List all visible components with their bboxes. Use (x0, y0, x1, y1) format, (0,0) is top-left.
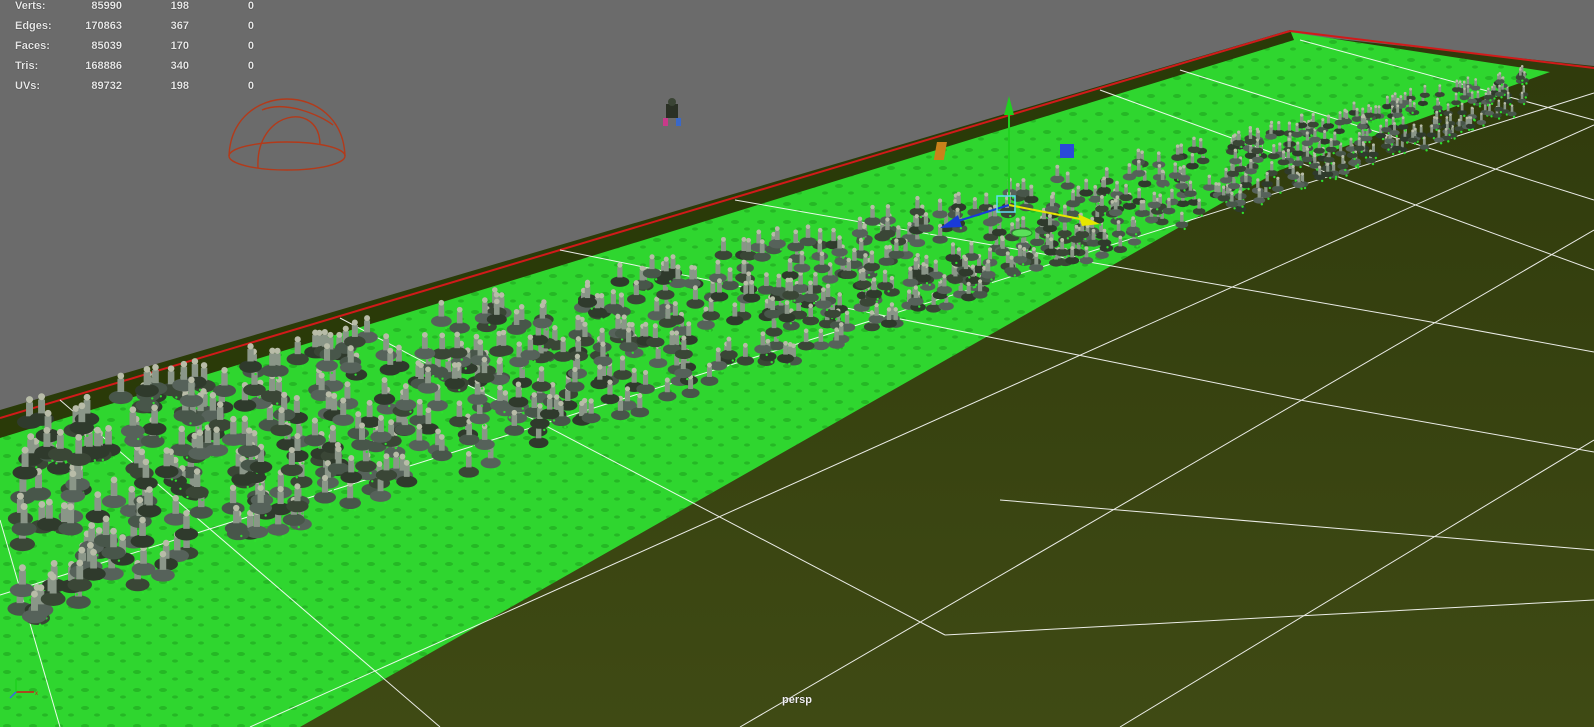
hud-v2: 170 (170, 40, 189, 52)
hud-row-faces: Faces: 85039 170 0 (0, 40, 270, 54)
hud-v1: 89732 (91, 80, 122, 92)
hud-v3: 0 (247, 60, 254, 72)
hud-v1: 170863 (85, 20, 122, 32)
scene-canvas[interactable] (0, 0, 1594, 727)
hud-v3: 0 (247, 20, 254, 32)
hud-row-uvs: UVs: 89732 198 0 (0, 80, 270, 94)
hud-v3: 0 (247, 40, 254, 52)
hud-row-verts: Verts: 85990 198 0 (0, 0, 270, 14)
hud-label: Tris: (15, 60, 39, 72)
hud-label: Faces: (15, 40, 50, 52)
hud-row-tris: Tris: 168886 340 0 (0, 60, 270, 74)
hud-v1: 85990 (91, 0, 122, 12)
hud-v2: 340 (170, 60, 189, 72)
hud-label: Edges: (15, 20, 52, 32)
hud-v2: 198 (170, 80, 189, 92)
hud-v2: 198 (170, 0, 189, 12)
hud-row-edges: Edges: 170863 367 0 (0, 20, 270, 34)
hemisphere-light-icon[interactable] (228, 98, 346, 171)
hud-v2: 367 (170, 20, 189, 32)
view-axis-icon: x (9, 679, 38, 699)
hud-label: UVs: (15, 80, 41, 92)
svg-text:x: x (35, 691, 38, 697)
hud-v1: 85039 (91, 40, 122, 52)
viewport-persp[interactable]: Verts: 85990 198 0 Edges: 170863 367 0 Faces: 850… (0, 0, 1594, 727)
hud-label: Verts: (15, 0, 46, 12)
hud-v3: 0 (247, 0, 254, 12)
hud-v1: 168886 (85, 60, 122, 72)
hud-v3: 0 (247, 80, 254, 92)
camera-label: persp (782, 694, 812, 706)
character-preview[interactable] (663, 98, 681, 126)
